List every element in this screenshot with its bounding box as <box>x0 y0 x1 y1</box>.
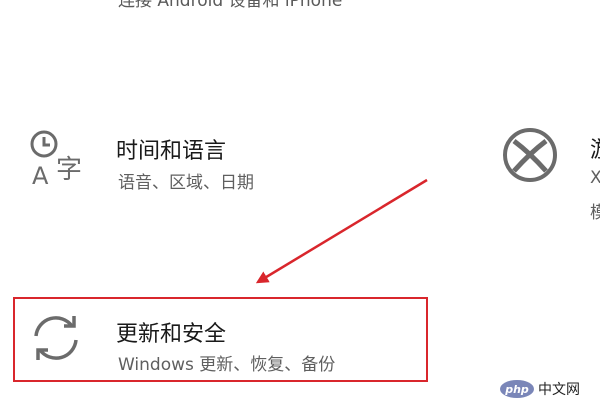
tile-time-language-subtitle: 语音、区域、日期 <box>118 173 254 193</box>
tile-time-language[interactable]: A 字 时间和语言 语音、区域、日期 <box>20 120 320 200</box>
tile-gaming-title: 游 <box>590 132 600 164</box>
tile-gaming[interactable]: 游 X 模 <box>500 120 600 230</box>
xbox-icon <box>502 127 558 183</box>
watermark-badge: php <box>500 380 534 398</box>
tile-time-language-title: 时间和语言 <box>116 139 227 164</box>
clipped-subtitle-phone: 连接 Android 设备和 iPhone <box>118 0 343 11</box>
annotation-highlight-box <box>13 297 428 382</box>
tile-gaming-subtitle-2: 模 <box>590 203 600 223</box>
watermark-text: 中文网 <box>538 382 580 398</box>
time-language-icon: A 字 <box>26 126 86 188</box>
svg-text:A: A <box>32 162 49 188</box>
tile-gaming-subtitle-1: X <box>590 168 600 188</box>
watermark: php 中文网 <box>500 378 600 400</box>
svg-text:字: 字 <box>56 155 82 185</box>
